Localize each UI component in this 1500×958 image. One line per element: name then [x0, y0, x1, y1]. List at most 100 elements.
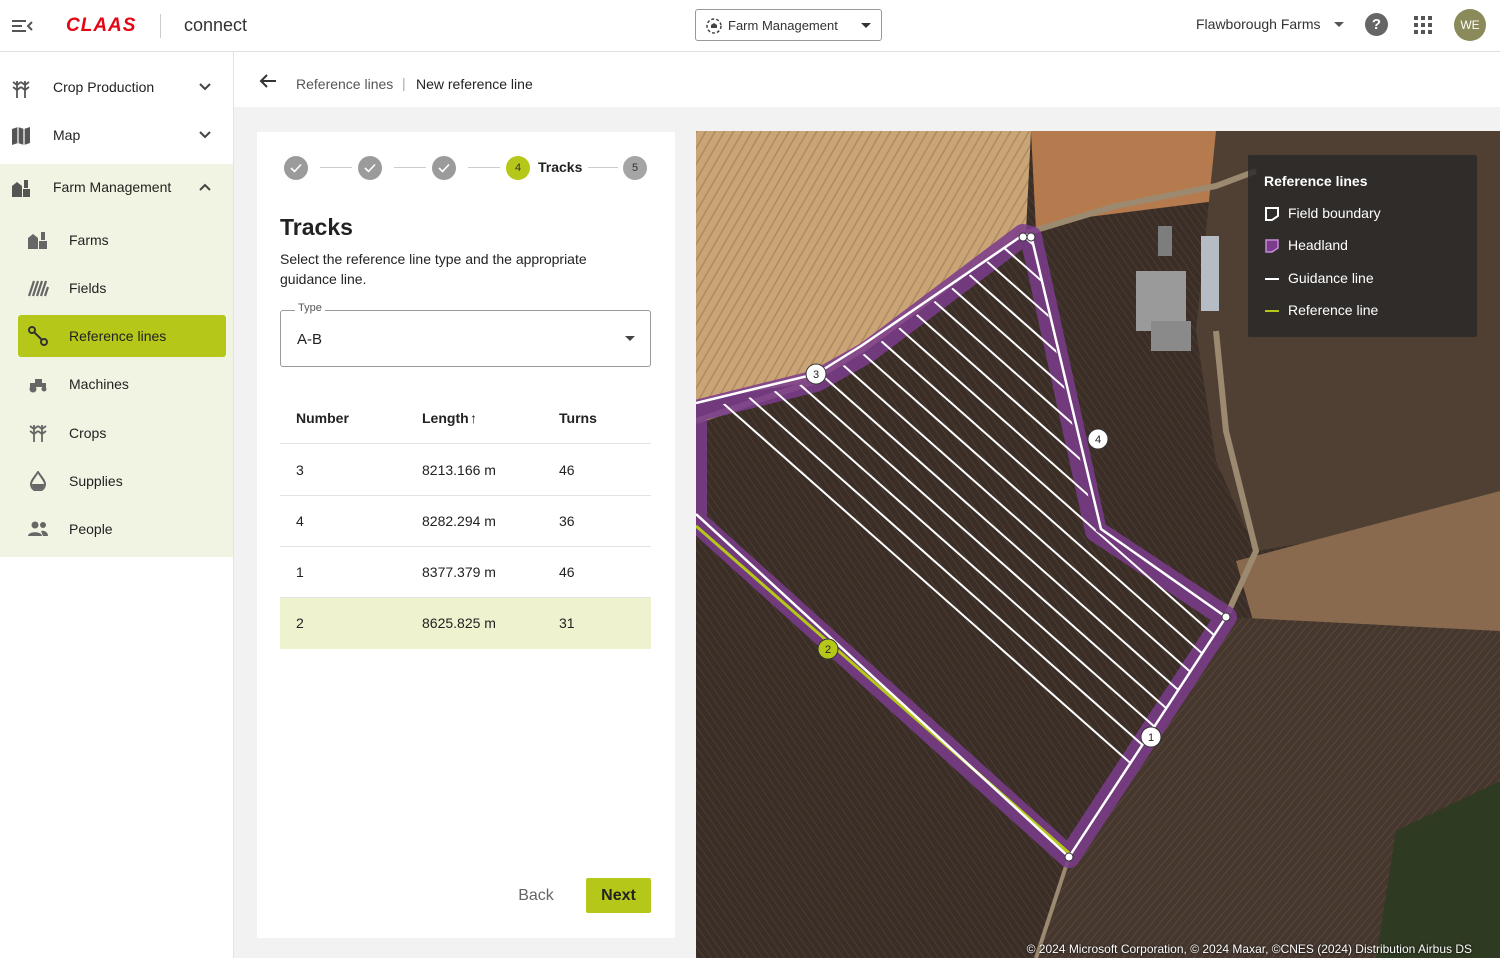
map-icon [12, 127, 30, 145]
farm-buildings-icon [28, 232, 47, 249]
chevron-up-icon [199, 183, 211, 191]
sidebar-item-label: Machines [69, 376, 129, 392]
farm-icon [12, 180, 30, 197]
building [1158, 226, 1172, 256]
next-button[interactable]: Next [586, 878, 651, 913]
caret-down-icon [861, 23, 871, 28]
table-row-selected[interactable]: 2 8625.825 m 31 [280, 598, 651, 649]
sidebar-item-farms[interactable]: Farms [18, 219, 226, 261]
legend-item-reference-line: Reference line [1264, 300, 1464, 320]
svg-text:2: 2 [825, 644, 831, 656]
sidebar-item-fields[interactable]: Fields [18, 267, 226, 309]
column-header-turns[interactable]: Turns [559, 410, 597, 426]
sidebar-item-label: Fields [69, 280, 107, 296]
track-marker-1[interactable]: 1 [1140, 726, 1162, 748]
sidebar-item-farm-management[interactable]: Farm Management [0, 164, 233, 212]
cell-length: 8377.379 m [422, 564, 496, 580]
sidebar-item-label: People [69, 521, 113, 537]
step-5-pending: 5 [623, 156, 647, 180]
sidebar-item-crop-production[interactable]: Crop Production [0, 64, 233, 112]
arrow-left-icon[interactable] [258, 73, 278, 89]
cell-number: 2 [296, 615, 304, 631]
module-select[interactable]: Farm Management [695, 9, 882, 41]
cell-turns: 46 [559, 462, 575, 478]
stepper-connector [468, 167, 500, 168]
user-avatar[interactable]: WE [1454, 9, 1486, 41]
boundary-vertex[interactable] [1221, 612, 1231, 622]
apps-grid-icon[interactable] [1414, 16, 1432, 34]
sidebar-item-reference-lines[interactable]: Reference lines [18, 315, 226, 357]
wheat-icon [12, 81, 30, 98]
legend-label: Guidance line [1288, 270, 1374, 286]
legend-label: Reference line [1288, 302, 1379, 318]
app-name: connect [184, 15, 248, 35]
sidebar-item-label: Crops [69, 425, 107, 441]
sidebar-item-crops[interactable]: Crops [18, 412, 226, 454]
boundary-vertex[interactable] [1064, 852, 1074, 862]
breadcrumb-separator: | [402, 75, 406, 91]
table-row[interactable]: 4 8282.294 m 36 [280, 496, 651, 547]
tracks-panel: 4 Tracks 5 Tracks Select the reference l… [257, 132, 675, 938]
headland-icon [1265, 239, 1279, 253]
farm-select[interactable]: Flawborough Farms [1196, 16, 1321, 32]
cell-number: 1 [296, 564, 304, 580]
step-4-label: Tracks [538, 159, 583, 175]
track-marker-4[interactable]: 4 [1087, 428, 1109, 450]
table-header: Number Length ↑ Turns [280, 394, 651, 444]
cell-number: 3 [296, 462, 304, 478]
breadcrumb-current: New reference line [416, 76, 533, 92]
track-marker-3[interactable]: 3 [805, 363, 827, 385]
track-marker-2-selected[interactable]: 2 [817, 638, 839, 660]
column-header-length[interactable]: Length [422, 410, 469, 426]
back-button[interactable]: Back [511, 878, 561, 913]
step-3-completed[interactable] [432, 156, 456, 180]
building [1151, 321, 1191, 351]
table-row[interactable]: 1 8377.379 m 46 [280, 547, 651, 598]
guidance-line-icon [1265, 278, 1279, 280]
chevron-down-icon [199, 131, 211, 139]
panel-description: Select the reference line type and the a… [280, 251, 587, 287]
logo-divider [160, 14, 161, 38]
type-select[interactable]: Type A-B [280, 302, 651, 367]
cell-length: 8213.166 m [422, 462, 496, 478]
legend-label: Headland [1288, 237, 1348, 253]
sidebar: Crop Production Map Farm Management Farm… [0, 52, 234, 958]
stepper-connector [588, 167, 618, 168]
sidebar-item-people[interactable]: People [18, 508, 226, 550]
sort-ascending-icon[interactable]: ↑ [470, 410, 477, 426]
step-1-completed[interactable] [284, 156, 308, 180]
people-icon [28, 521, 48, 536]
caret-down-icon [625, 336, 635, 341]
map-legend: Reference lines Field boundary Headland … [1248, 155, 1477, 337]
sidebar-item-map[interactable]: Map [0, 112, 233, 160]
building [1201, 236, 1219, 311]
help-icon[interactable]: ? [1365, 13, 1388, 36]
claas-logo[interactable]: CLAAS [66, 15, 136, 37]
sidebar-item-machines[interactable]: Machines [18, 363, 226, 405]
svg-text:4: 4 [1095, 434, 1101, 446]
boundary-vertex[interactable] [1018, 232, 1028, 242]
column-header-number[interactable]: Number [296, 410, 349, 426]
step-2-completed[interactable] [358, 156, 382, 180]
menu-icon[interactable] [10, 15, 34, 37]
legend-item-guidance-line: Guidance line [1264, 268, 1464, 288]
legend-item-field-boundary: Field boundary [1264, 203, 1464, 223]
breadcrumb: Reference lines | New reference line [234, 52, 1500, 107]
sidebar-item-label: Supplies [69, 473, 123, 489]
table-row[interactable]: 3 8213.166 m 46 [280, 445, 651, 496]
breadcrumb-link-reference-lines[interactable]: Reference lines [296, 76, 393, 92]
sidebar-item-label: Farm Management [53, 179, 172, 195]
sidebar-item-label: Map [53, 127, 81, 143]
boundary-vertex[interactable] [1026, 232, 1036, 242]
fields-icon [27, 280, 49, 297]
map-view[interactable]: 3 4 1 2 Reference lines Field boundary H… [696, 131, 1500, 958]
sidebar-item-label: Farms [69, 232, 109, 248]
type-select-label: Type [295, 302, 325, 314]
check-icon [364, 163, 376, 173]
farm-caret-icon[interactable] [1334, 22, 1344, 27]
tractor-icon [29, 379, 47, 393]
map-copyright: © 2024 Microsoft Corporation, © 2024 Max… [1026, 942, 1472, 956]
sidebar-item-supplies[interactable]: Supplies [18, 460, 226, 502]
svg-text:3: 3 [813, 369, 819, 381]
type-select-value: A-B [297, 331, 323, 348]
